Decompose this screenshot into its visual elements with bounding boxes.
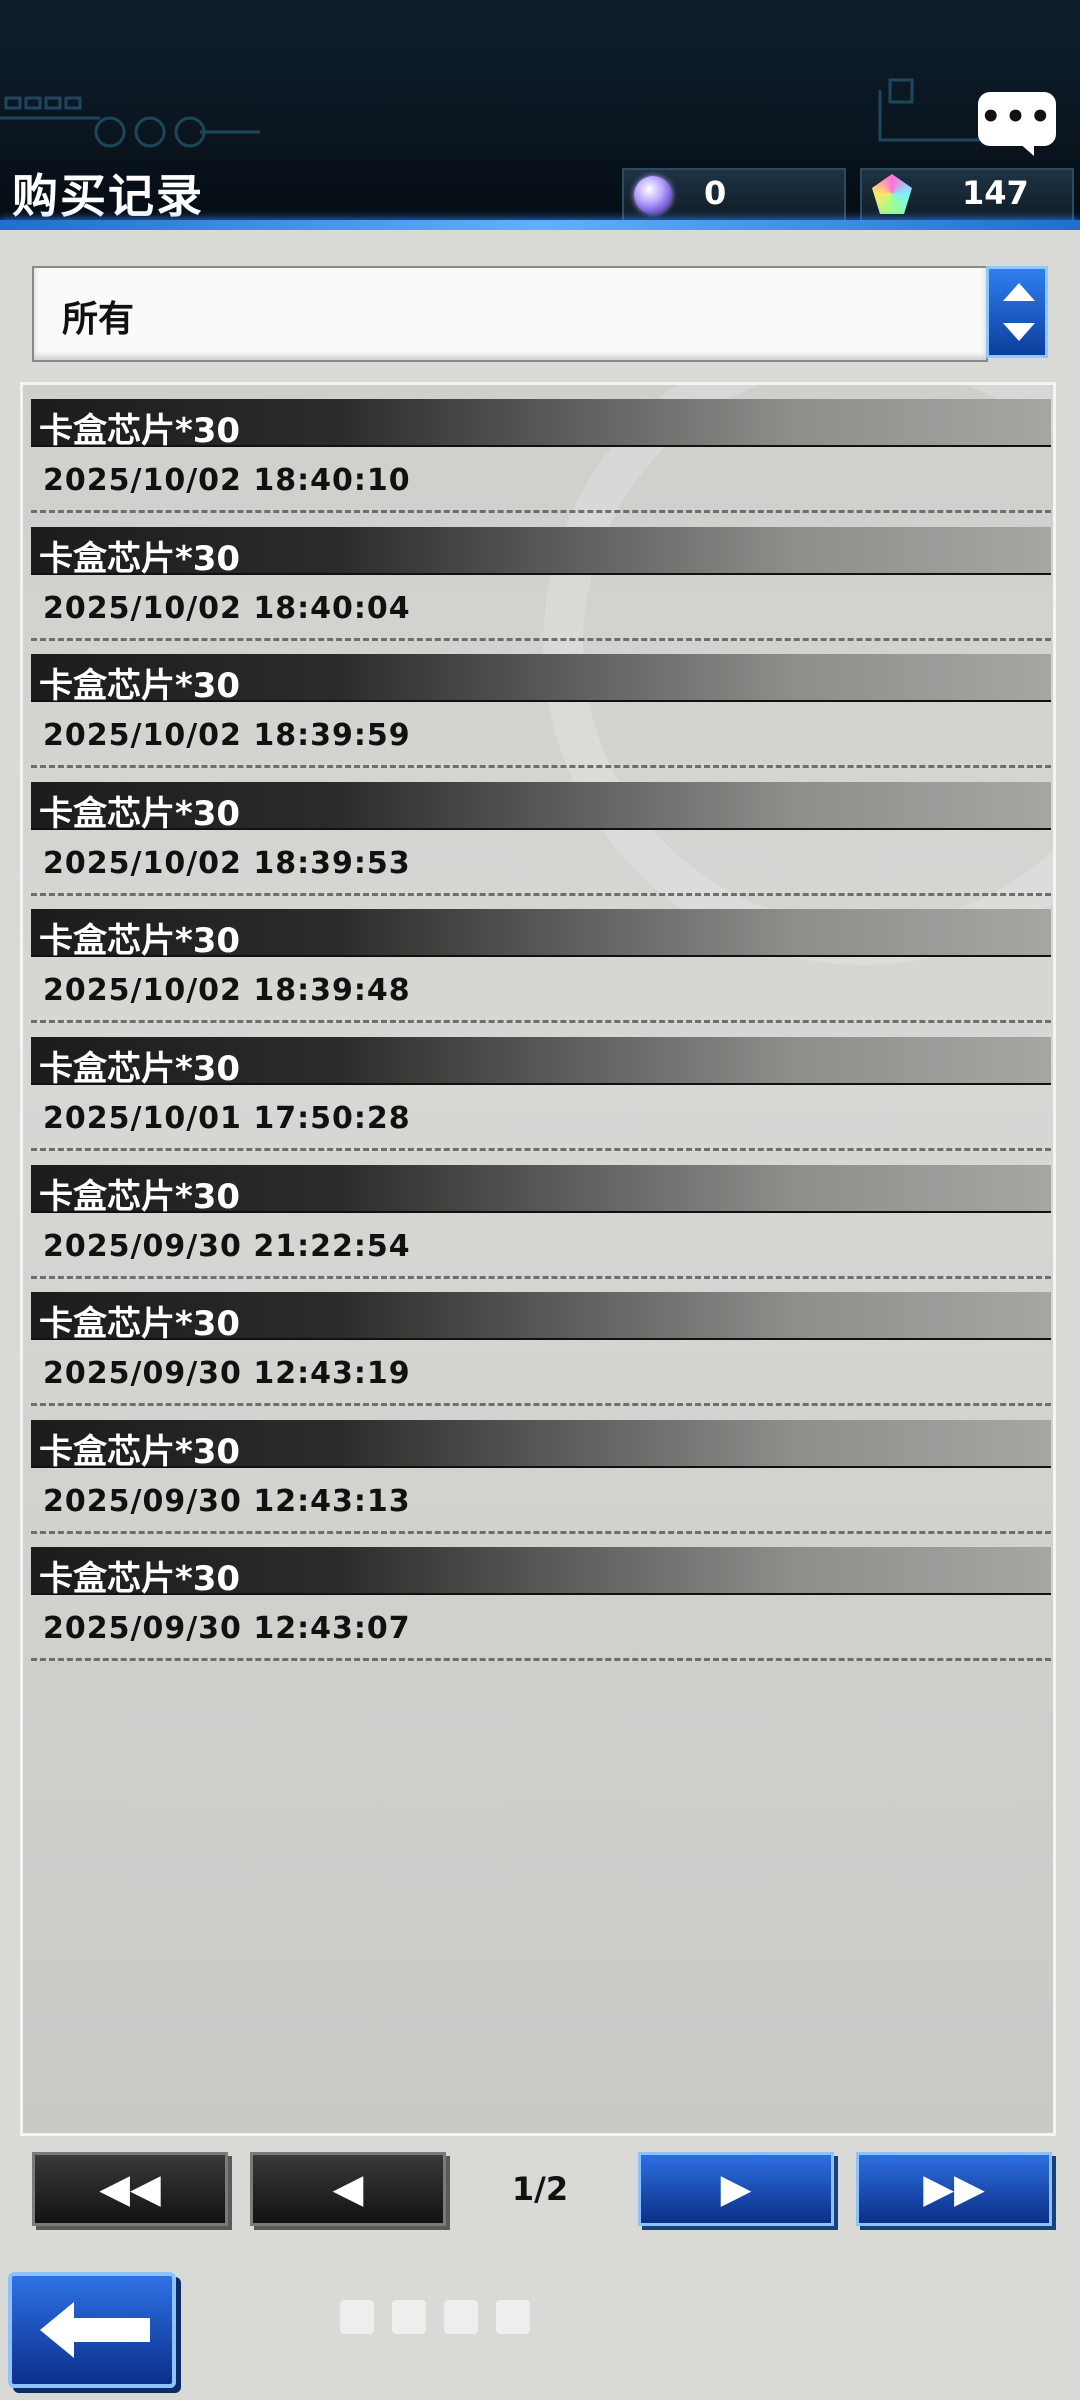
record-item-name: 卡盒芯片*30 <box>39 1048 241 1089</box>
record-divider <box>31 510 1051 513</box>
page-title: 购买记录 <box>12 169 204 223</box>
record-item-name: 卡盒芯片*30 <box>39 921 241 962</box>
double-chevron-right-icon: ▶▶ <box>923 2166 985 2212</box>
record-item: 卡盒芯片*30 2025/09/30 12:43:07 <box>31 1547 1053 1675</box>
record-timestamp: 2025/09/30 12:43:07 <box>43 1611 411 1647</box>
next-page-button[interactable]: ▶ <box>638 2152 834 2226</box>
gem-currency-value: 147 <box>962 174 1029 212</box>
record-divider <box>31 1275 1051 1279</box>
filter-toggle-button[interactable] <box>986 266 1048 358</box>
orb-currency-display[interactable]: 0 <box>622 168 846 222</box>
caret-down-icon <box>1003 323 1035 341</box>
orb-currency-icon <box>634 176 672 214</box>
record-divider <box>31 1020 1051 1024</box>
prev-page-button[interactable]: ◀ <box>250 2152 446 2226</box>
record-item-name: 卡盒芯片*30 <box>39 538 241 579</box>
chevron-right-icon: ▶ <box>720 2166 752 2212</box>
record-item: 卡盒芯片*30 2025/09/30 12:43:19 <box>31 1292 1053 1420</box>
chevron-left-icon: ◀ <box>332 2166 364 2212</box>
top-bar: 购买记录 ••• 0 147 <box>0 0 1080 230</box>
record-item-name: 卡盒芯片*30 <box>39 1431 241 1472</box>
record-divider <box>31 1147 1051 1151</box>
gem-currency-display[interactable]: 147 <box>860 168 1074 222</box>
record-item: 卡盒芯片*30 2025/10/02 18:39:53 <box>31 781 1053 910</box>
footer-decoration <box>340 2300 600 2340</box>
record-timestamp: 2025/09/30 12:43:19 <box>43 1356 411 1392</box>
record-item: 卡盒芯片*30 2025/10/02 18:39:48 <box>31 909 1053 1037</box>
record-item-name: 卡盒芯片*30 <box>39 1559 241 1600</box>
record-item-name: 卡盒芯片*30 <box>39 793 241 834</box>
page-indicator: 1/2 <box>511 2170 569 2208</box>
purchase-records-list[interactable]: 卡盒芯片*30 2025/10/02 18:40:10 卡盒芯片*30 2025… <box>20 382 1056 2136</box>
record-item-name: 卡盒芯片*30 <box>39 1176 241 1217</box>
record-item-name: 卡盒芯片*30 <box>39 411 241 451</box>
record-divider <box>31 1403 1051 1407</box>
record-item: 卡盒芯片*30 2025/10/01 17:50:28 <box>31 1036 1053 1165</box>
caret-up-icon <box>1003 283 1035 301</box>
back-button[interactable] <box>8 2272 176 2388</box>
chat-button[interactable]: ••• <box>978 92 1056 156</box>
record-item-name: 卡盒芯片*30 <box>39 1304 241 1345</box>
first-page-button[interactable]: ◀◀ <box>32 2152 228 2226</box>
record-item: 卡盒芯片*30 2025/10/02 18:39:59 <box>31 654 1053 782</box>
chat-bubble-icon: ••• <box>979 97 1055 137</box>
record-timestamp: 2025/10/02 18:39:59 <box>43 718 411 754</box>
record-timestamp: 2025/10/01 17:50:28 <box>43 1100 411 1136</box>
header-divider <box>0 220 1080 230</box>
record-item-name: 卡盒芯片*30 <box>39 666 241 707</box>
record-timestamp: 2025/10/02 18:40:04 <box>43 590 411 626</box>
filter-selected-value: 所有 <box>62 299 135 340</box>
record-item: 卡盒芯片*30 2025/09/30 21:22:54 <box>31 1164 1053 1293</box>
record-divider <box>31 637 1051 641</box>
record-timestamp: 2025/10/02 18:39:53 <box>43 845 411 881</box>
record-timestamp: 2025/09/30 21:22:54 <box>43 1228 411 1264</box>
record-timestamp: 2025/10/02 18:39:48 <box>43 973 411 1009</box>
record-item: 卡盒芯片*30 2025/10/02 18:40:04 <box>31 526 1053 655</box>
record-divider <box>31 892 1051 896</box>
record-divider <box>31 1530 1051 1534</box>
circuit-decoration-icon <box>0 78 1040 148</box>
gem-currency-icon <box>872 174 912 214</box>
record-divider <box>31 1658 1051 1662</box>
record-divider <box>31 765 1051 769</box>
orb-currency-value: 0 <box>704 174 727 212</box>
record-item: 卡盒芯片*30 2025/10/02 18:40:10 <box>31 399 1053 527</box>
record-item: 卡盒芯片*30 2025/09/30 12:43:13 <box>31 1419 1053 1548</box>
arrow-left-icon <box>40 2302 150 2358</box>
double-chevron-left-icon: ◀◀ <box>99 2166 161 2212</box>
last-page-button[interactable]: ▶▶ <box>856 2152 1052 2226</box>
record-timestamp: 2025/09/30 12:43:13 <box>43 1483 411 1519</box>
filter-dropdown[interactable]: 所有 <box>32 266 988 362</box>
record-timestamp: 2025/10/02 18:40:10 <box>43 463 411 498</box>
